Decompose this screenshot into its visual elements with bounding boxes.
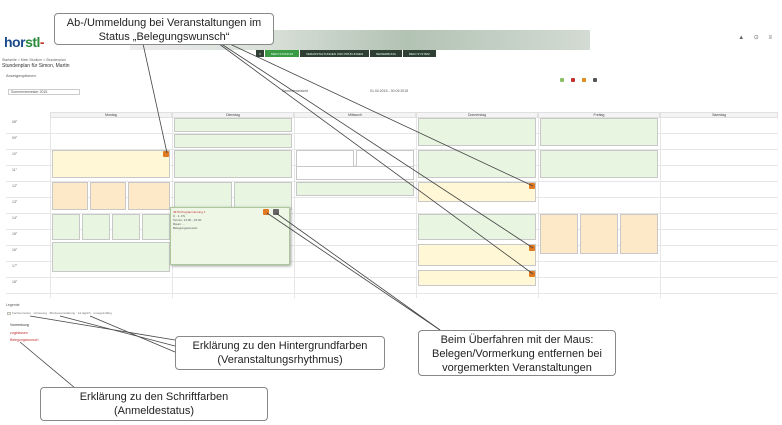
callout-connectors — [19, 29, 534, 389]
callout-deregistration: Ab-/Ummeldung bei Veranstaltungen im Sta… — [54, 13, 274, 45]
callout-font-colors: Erklärung zu den Schriftfarben (Anmeldes… — [40, 387, 268, 421]
callout-hover: Beim Überfahren mit der Maus: Belegen/Vo… — [418, 330, 616, 376]
callout-background-colors: Erklärung zu den Hintergrundfarben (Vera… — [175, 336, 385, 370]
